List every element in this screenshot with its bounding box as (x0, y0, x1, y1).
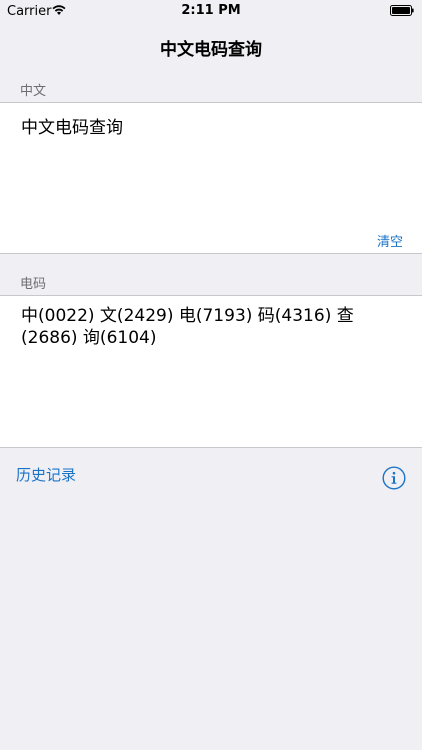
navigation-bar: 中文电码查询 (0, 22, 422, 67)
chinese-input-field[interactable]: 中文电码查询 (21, 113, 123, 138)
page-title: 中文电码查询 (160, 40, 262, 60)
chinese-input-card: 中文电码查询 清空 (0, 102, 422, 254)
status-time: 2:11 PM (181, 3, 241, 18)
status-bar: Carrier 2:11 PM (0, 0, 422, 22)
history-button[interactable]: 历史记录 (16, 464, 76, 485)
info-icon[interactable] (382, 466, 406, 490)
code-output-card: 中(0022) 文(2429) 电(7193) 码(4316) 查(2686) … (0, 295, 422, 448)
app-screen: Carrier 2:11 PM 中文电码查询 中文 中文电码查询 清空 电码 中… (0, 0, 422, 750)
code-output-text: 中(0022) 文(2429) 电(7193) 码(4316) 查(2686) … (21, 306, 354, 348)
clear-button[interactable]: 清空 (377, 231, 403, 250)
battery-icon (390, 5, 414, 16)
chinese-section-header: 中文 (20, 84, 47, 99)
code-section-header: 电码 (20, 277, 47, 292)
